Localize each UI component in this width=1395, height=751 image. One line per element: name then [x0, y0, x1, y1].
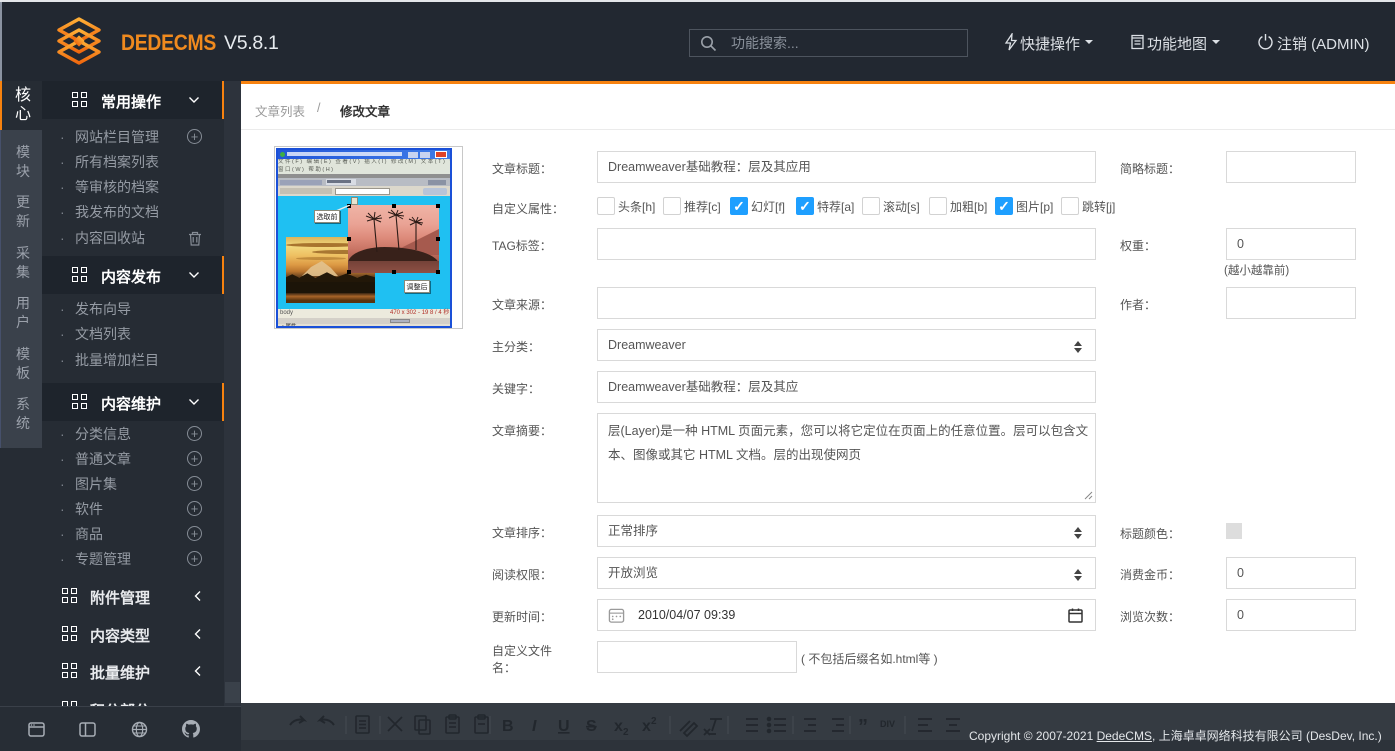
svg-text:B: B	[502, 718, 514, 735]
svg-text:2: 2	[651, 716, 657, 727]
svg-text:S: S	[586, 718, 597, 735]
svg-text:x: x	[614, 718, 623, 735]
svg-text:I: I	[532, 718, 537, 735]
svg-text:x: x	[642, 718, 651, 735]
svg-text:DIV: DIV	[880, 719, 895, 729]
svg-text:U: U	[558, 718, 570, 735]
svg-text:2: 2	[623, 727, 629, 738]
svg-text:”: ”	[858, 716, 868, 738]
